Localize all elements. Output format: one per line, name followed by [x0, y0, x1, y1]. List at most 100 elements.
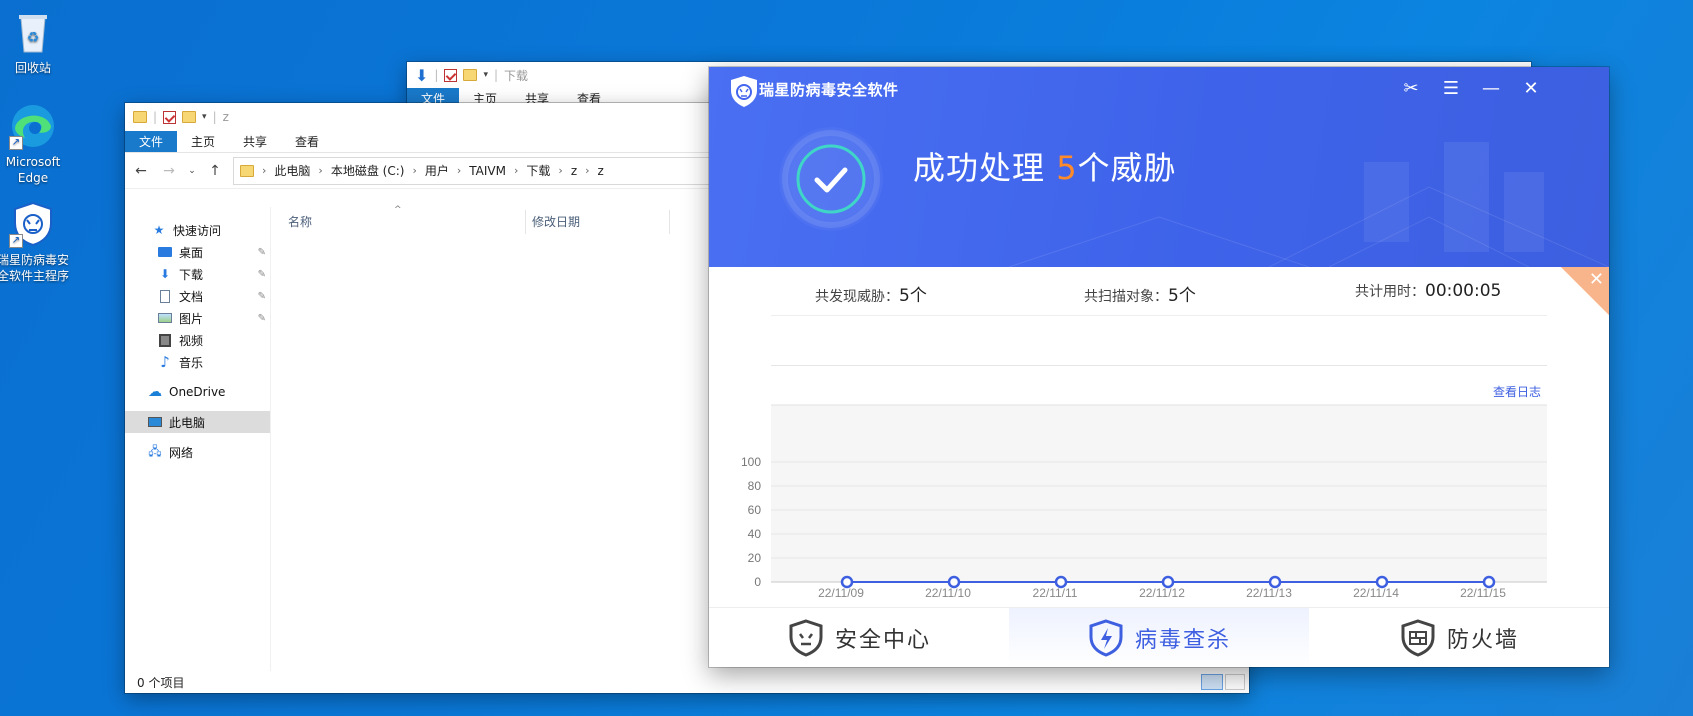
breadcrumb-item[interactable]: 本地磁盘 (C:) — [331, 162, 405, 179]
recent-locations-chevron-icon[interactable]: ⌄ — [187, 166, 197, 176]
chevron-down-icon[interactable]: ▾ — [483, 70, 488, 80]
summary-divider — [771, 365, 1547, 366]
video-icon — [157, 333, 173, 347]
headline-suffix: 个威胁 — [1077, 149, 1177, 187]
tab-view[interactable]: 查看 — [281, 131, 333, 152]
lion-shield-icon — [789, 618, 823, 657]
nav-network[interactable]: 🖧 网络 — [125, 441, 270, 463]
y-tick-label: 100 — [741, 455, 761, 469]
new-folder-icon[interactable] — [182, 111, 197, 123]
item-count: 0 个项目 — [137, 675, 185, 690]
download-arrow-icon: ⬇ — [159, 267, 171, 281]
nav-label: 文档 — [179, 289, 204, 304]
summary-value: 5个 — [1168, 286, 1196, 306]
properties-icon[interactable] — [163, 110, 177, 124]
desktop-icon-recycle-bin[interactable]: ♻ 回收站 — [0, 8, 73, 76]
nav-item-downloads[interactable]: ⬇ 下载 ✎ — [125, 263, 270, 285]
y-tick-label: 80 — [748, 479, 762, 493]
minimize-button[interactable]: — — [1477, 75, 1505, 103]
chevron-right-icon: › — [262, 164, 267, 177]
tab-security-center[interactable]: 安全中心 — [709, 608, 1009, 667]
network-icon: 🖧 — [148, 443, 162, 458]
breadcrumb-item[interactable]: 用户 — [425, 162, 449, 179]
summary-scanned: 共扫描对象：5个 — [1084, 281, 1196, 306]
chevron-right-icon: › — [513, 164, 519, 177]
lion-shield-icon: ↗ — [9, 200, 57, 248]
chevron-right-icon: › — [558, 164, 563, 177]
breadcrumb-item[interactable]: z — [571, 164, 577, 178]
nav-label: 音乐 — [179, 355, 204, 370]
nav-item-music[interactable]: ♪ 音乐 — [125, 351, 270, 373]
column-header-modified[interactable]: 修改日期 — [526, 210, 670, 234]
desktop-icon-edge[interactable]: ↗ Microsoft Edge — [0, 102, 73, 186]
pin-icon[interactable]: ✎ — [258, 247, 266, 258]
pin-icon[interactable]: ✎ — [258, 269, 266, 280]
antivirus-header: 瑞星防病毒安全软件 ✂ ☰ — ✕ 成功处理 5个威胁 — [709, 67, 1609, 267]
nav-item-desktop[interactable]: 桌面 ✎ — [125, 241, 270, 263]
threat-count: 5 — [1056, 149, 1078, 187]
close-button[interactable]: ✕ — [1517, 75, 1545, 103]
x-tick-label: 22/11/11 — [1033, 586, 1078, 600]
x-tick-label: 22/11/14 — [1353, 586, 1399, 600]
firewall-shield-icon — [1401, 618, 1435, 657]
pin-icon[interactable]: ✎ — [258, 291, 266, 302]
breadcrumb-item[interactable]: z — [598, 164, 604, 178]
nav-item-pictures[interactable]: 图片 ✎ — [125, 307, 270, 329]
nav-label: 图片 — [179, 311, 204, 326]
summary-label: 共发现威胁： — [815, 289, 899, 305]
back-arrow-icon[interactable]: ← — [131, 163, 151, 179]
lightning-shield-icon — [1089, 618, 1123, 657]
picture-icon — [157, 311, 173, 325]
window-title: 下载 — [504, 68, 529, 83]
tools-icon[interactable]: ✂ — [1397, 75, 1425, 103]
x-tick-label: 22/11/13 — [1246, 586, 1292, 600]
summary-duration: 共计用时：00:00:05 — [1355, 281, 1501, 301]
star-icon: ★ — [153, 223, 165, 237]
large-icons-view-icon[interactable] — [1225, 674, 1245, 690]
dismiss-corner-button[interactable]: ✕ — [1561, 267, 1609, 315]
desktop-icon-label: 瑞星防病毒安全软件主程序 — [0, 253, 69, 283]
nav-this-pc[interactable]: 此电脑 — [125, 411, 270, 433]
desktop-icon-label: 回收站 — [14, 61, 51, 75]
up-arrow-icon[interactable]: ↑ — [205, 163, 225, 179]
tab-label: 防火墙 — [1446, 627, 1519, 653]
summary-value: 00:00:05 — [1425, 281, 1502, 301]
pin-icon[interactable]: ✎ — [258, 313, 266, 324]
properties-icon[interactable] — [444, 68, 458, 82]
tab-firewall[interactable]: 防火墙 — [1309, 608, 1609, 667]
navigation-pane: ★ 快速访问 桌面 ✎ ⬇ 下载 ✎ 文档 ✎ 图片 ✎ 视频 ♪ 音乐 ☁ O… — [125, 207, 271, 671]
desktop-icon-rising[interactable]: ↗ 瑞星防病毒安全软件主程序 — [0, 200, 74, 284]
document-icon — [157, 289, 173, 303]
success-check-icon — [779, 127, 883, 231]
details-view-icon[interactable] — [1201, 674, 1223, 690]
desktop-icon-label: Microsoft Edge — [5, 155, 61, 185]
chevron-down-icon[interactable]: ▾ — [202, 112, 207, 122]
breadcrumb-item[interactable]: TAIVM — [469, 164, 506, 178]
summary-threats: 共发现威胁：5个 — [815, 281, 927, 306]
nav-item-documents[interactable]: 文档 ✎ — [125, 285, 270, 307]
breadcrumb-item[interactable]: 此电脑 — [274, 162, 310, 179]
recycle-bin-icon: ♻ — [9, 8, 57, 56]
nav-onedrive[interactable]: ☁ OneDrive — [125, 381, 270, 403]
tab-home[interactable]: 主页 — [177, 131, 229, 152]
breadcrumb-item[interactable]: 下载 — [526, 162, 550, 179]
menu-icon[interactable]: ☰ — [1437, 75, 1465, 103]
tab-label: 病毒查杀 — [1134, 627, 1231, 653]
new-folder-icon[interactable] — [463, 69, 478, 81]
y-tick-label: 40 — [748, 527, 762, 541]
forward-arrow-icon[interactable]: → — [159, 163, 179, 179]
cloud-icon: ☁ — [148, 384, 162, 400]
nav-label: 网络 — [169, 445, 194, 460]
nav-label: 下载 — [179, 267, 204, 282]
tab-share[interactable]: 共享 — [229, 131, 281, 152]
tab-virus-scan[interactable]: 病毒查杀 — [1009, 608, 1309, 667]
summary-label: 共扫描对象： — [1084, 289, 1168, 305]
chevron-right-icon: › — [585, 164, 590, 177]
tab-file[interactable]: 文件 — [125, 131, 178, 152]
nav-item-videos[interactable]: 视频 — [125, 329, 270, 351]
antivirus-window[interactable]: 瑞星防病毒安全软件 ✂ ☰ — ✕ 成功处理 5个威胁 ✕ 共发现威胁：5个 共… — [709, 67, 1609, 667]
nav-quick-access[interactable]: ★ 快速访问 — [125, 219, 270, 241]
status-bar: 0 个项目 — [125, 671, 1249, 693]
result-headline: 成功处理 5个威胁 — [913, 143, 1177, 189]
nav-label: 视频 — [179, 333, 204, 348]
